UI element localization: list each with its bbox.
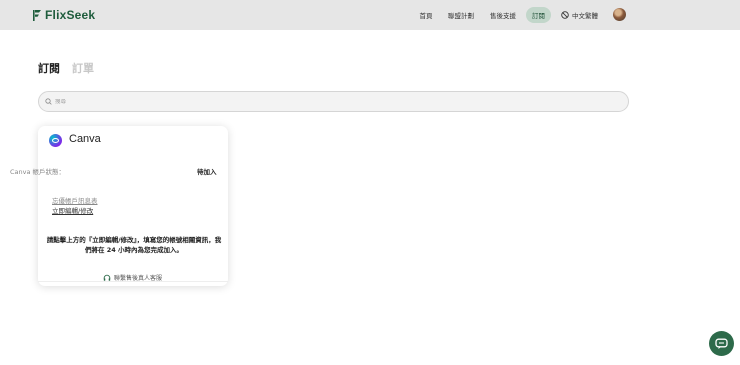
tab-subscriptions[interactable]: 訂閱 [38,60,60,76]
search-bar[interactable] [38,91,629,112]
flixseek-logo-icon [33,9,41,21]
search-icon [45,98,52,105]
contact-support-link[interactable]: 聯繫售後真人客服 [103,273,162,282]
account-status-label: Canva 帳戶狀態： [10,168,66,176]
chat-button[interactable] [709,331,734,356]
nav-subscriptions[interactable]: 訂閱 [526,7,551,23]
nav-support[interactable]: 售後支援 [486,7,520,23]
language-selector[interactable]: 中文繁體 [561,7,598,23]
card-service-name: Canva [69,133,101,145]
edit-now-link[interactable]: 立即編輯/修改 [52,205,93,215]
instruction-text: 請點擊上方的『立即編輯/修改』，填寫您的帳號相關資訊，我們將在 24 小時內為您… [46,236,222,254]
brand-logo[interactable]: FlixSeek [32,8,95,22]
search-input[interactable] [55,98,615,105]
top-navigation-bar: FlixSeek 首頁 聯盟計劃 售後支援 訂閱 中文繁體 [0,0,740,30]
nav-home[interactable]: 首頁 [412,7,440,23]
tab-orders[interactable]: 訂單 [72,60,94,76]
brand-name: FlixSeek [45,8,96,22]
nav-affiliate[interactable]: 聯盟計劃 [444,7,478,23]
globe-icon [561,11,569,19]
account-status-value: 待加入 [197,168,217,176]
language-label: 中文繁體 [572,12,598,20]
user-avatar[interactable] [613,8,626,21]
canva-logo-icon [49,134,62,147]
contact-support-label: 聯繫售後真人客服 [114,275,163,282]
headset-icon [103,274,111,281]
account-info-link[interactable]: 忘優帳戶訊息表 [52,195,98,205]
chat-icon [715,338,728,349]
